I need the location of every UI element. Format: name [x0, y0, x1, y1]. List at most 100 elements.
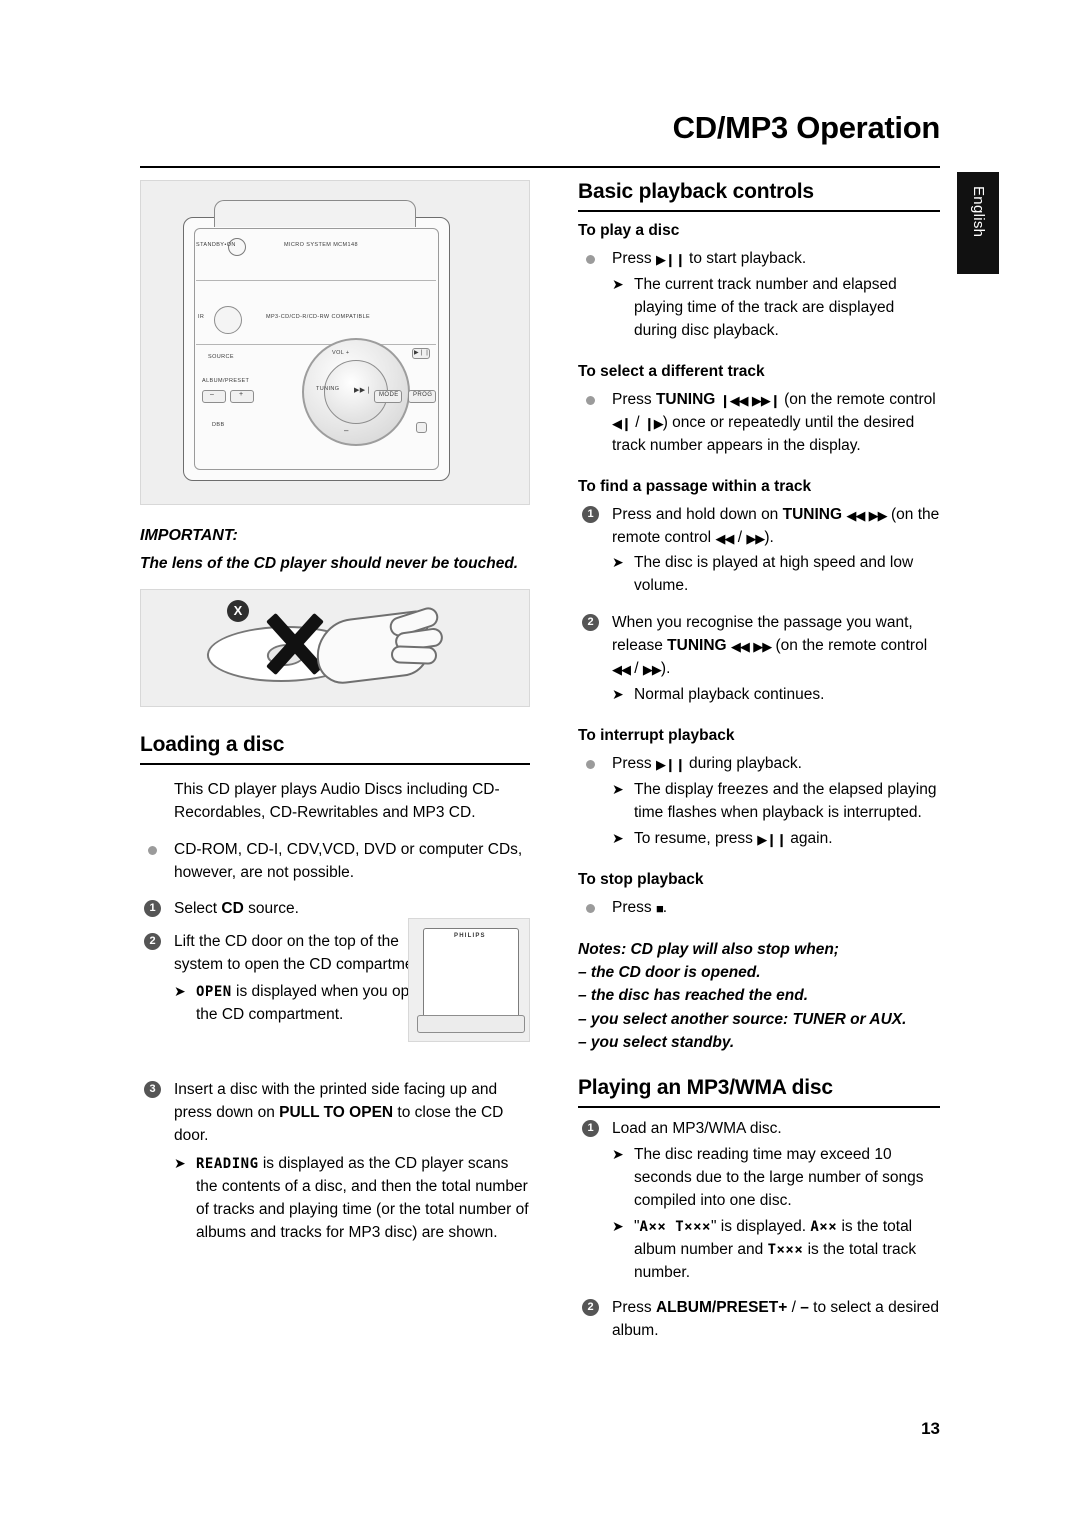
interrupt-pre: Press: [612, 755, 656, 773]
next-track-icon-2: ❙▶: [643, 415, 664, 431]
stop-post: .: [662, 898, 668, 916]
rewind-icon-1: ◀◀: [846, 507, 865, 523]
right-column: Basic playback controls To play a disc P…: [578, 180, 940, 1342]
find-step2-arrow: ➤ Normal playback continues.: [612, 684, 940, 707]
mp3-step-1: 1 Load an MP3/WMA disc. ➤ The disc readi…: [578, 1118, 940, 1285]
interrupt-arrow-2: ➤ To resume, press ▶❙❙ again.: [612, 828, 940, 851]
lens-warning-illustration: X: [140, 588, 530, 707]
find-passage-step-2: 2 When you recognise the passage you wan…: [578, 612, 940, 707]
important-text: The lens of the CD player should never b…: [140, 555, 519, 572]
bullet-icon-play: [586, 255, 595, 264]
panel-divider-2: [196, 344, 436, 345]
header-divider: [140, 166, 940, 168]
find-step2-end: ).: [660, 660, 671, 678]
standby-label: STANDBY•ON: [196, 242, 236, 248]
loading-step1-bold: CD: [221, 900, 244, 918]
mp3-step1-arrow-2: ➤ "A×× T×××" is displayed. A×× is the to…: [612, 1216, 940, 1285]
prog-label: PROG: [413, 392, 433, 398]
left-column: STANDBY•ON MICRO SYSTEM MCM148 IR MP3-CD…: [140, 180, 530, 1245]
stop-bullet-row: Press ■.: [578, 897, 940, 920]
bullet-icon-select: [586, 395, 595, 405]
mp3-mid1: " is displayed.: [710, 1217, 811, 1235]
stop-note-1: – the CD door is opened.: [578, 964, 761, 981]
step-number-m1: 1: [582, 1120, 599, 1137]
stop-pre: Press: [612, 898, 656, 916]
loading-step1-post: source.: [243, 900, 299, 918]
mp3-heading: Playing an MP3/WMA disc: [578, 1076, 833, 1099]
model-label: MICRO SYSTEM MCM148: [284, 242, 358, 248]
stop-note-4: – you select standby.: [578, 1033, 735, 1051]
source-label: SOURCE: [208, 354, 234, 360]
basic-playback-heading: Basic playback controls: [578, 180, 814, 203]
cd-door-illustration: PHILIPS: [408, 918, 530, 1042]
finger-3: [390, 644, 438, 665]
mp3-step-2: 2 Press ALBUM/PRESET+ / – to select a de…: [578, 1297, 940, 1343]
interrupt-arrow2-post: again.: [785, 829, 833, 847]
step-number-1: 1: [144, 900, 161, 918]
arrow-icon: ➤: [174, 983, 186, 1000]
loading-step3-bold: PULL TO OPEN: [279, 1104, 394, 1122]
language-tab: English: [957, 172, 999, 274]
philips-logo: PHILIPS: [454, 933, 486, 939]
arrow-icon-int1: ➤: [612, 781, 624, 797]
play-pause-icon-text: ▶❙❙: [655, 252, 686, 267]
play-bullet-post: to start playback.: [684, 250, 807, 267]
x-badge-icon: X: [227, 599, 249, 622]
bullet-icon-interrupt: [586, 760, 595, 770]
find-slash-1: /: [733, 528, 747, 546]
tuning-label: TUNING: [316, 386, 340, 392]
forward-icon-1: ▶▶: [868, 507, 888, 523]
device-body: STANDBY•ON MICRO SYSTEM MCM148 IR MP3-CD…: [183, 200, 450, 481]
loading-bullet-row: CD-ROM, CD-I, CDV,VCD, DVD or computer C…: [140, 839, 530, 885]
stop-note-3: – you select another source: TUNER or AU…: [578, 1010, 907, 1028]
language-tab-label: English: [970, 186, 987, 238]
loading-step1-pre: Select: [174, 900, 222, 918]
album-preset-bold: ALBUM/PRESET: [655, 1298, 779, 1316]
mp3-heading-rule: [578, 1106, 940, 1108]
stop-icon: ■: [655, 900, 664, 916]
album-preset-minus: –: [800, 1298, 809, 1316]
minus-knob-label: –: [344, 426, 349, 435]
bullet-icon-stop: [586, 903, 595, 913]
interrupt-bullet-row: Press ▶❙❙ during playback. ➤ The display…: [578, 753, 940, 851]
loading-step2-sub: ➤ OPEN is displayed when you open the CD…: [174, 981, 442, 1027]
ir-sensor: [214, 306, 242, 334]
select-slash: /: [630, 413, 644, 431]
loading-bullet-text: CD-ROM, CD-I, CDV,VCD, DVD or computer C…: [174, 840, 523, 881]
minus-label: –: [210, 391, 215, 398]
mp3-step2-slash: /: [787, 1298, 801, 1316]
prev-track-icon-1: ❙◀◀: [719, 392, 749, 408]
compat-label: MP3-CD/CD-R/CD-RW COMPATIBLE: [266, 314, 371, 320]
tuning-bold-3: TUNING: [667, 637, 727, 655]
play-pause-icon-2: ▶❙❙: [655, 757, 686, 773]
interrupt-arrow2-pre: To resume, press: [634, 829, 758, 847]
album-display: A××: [810, 1218, 838, 1235]
arrow-icon-mp31: ➤: [612, 1145, 624, 1162]
device-top-panel: [214, 200, 416, 227]
find-step1-end: ).: [764, 528, 774, 546]
arrow-icon-int2: ➤: [612, 829, 624, 846]
find-passage-step-1: 1 Press and hold down on TUNING ◀◀ ▶▶ (o…: [578, 504, 940, 599]
open-display-text: OPEN: [196, 984, 232, 1001]
find-step1-arrow: ➤ The disc is played at high speed and l…: [612, 552, 940, 598]
find-slash-2: /: [630, 660, 643, 678]
step-number-3: 3: [144, 1081, 161, 1099]
loading-step2-text: Lift the CD door on the top of the syste…: [174, 933, 431, 974]
next-track-icon-1: ▶▶❙: [751, 392, 781, 408]
play-pause-icon-3: ▶❙❙: [757, 831, 787, 847]
step-number-m2: 2: [582, 1298, 599, 1316]
play-arrow-text: The current track number and elapsed pla…: [634, 275, 897, 339]
select-track-heading: To select a different track: [578, 362, 765, 380]
loading-step-3: 3 Insert a disc with the printed side fa…: [140, 1079, 530, 1245]
arrow-icon-play: ➤: [612, 275, 624, 292]
rewind-icon-4: ◀◀: [612, 662, 631, 678]
important-heading: IMPORTANT:: [140, 527, 238, 544]
cd-door-body: PHILIPS: [423, 928, 519, 1018]
stop-notes-title: Notes: CD play will also stop when;: [578, 940, 839, 958]
device-illustration: STANDBY•ON MICRO SYSTEM MCM148 IR MP3-CD…: [140, 180, 530, 505]
play-bullet-pre: Press: [612, 250, 656, 267]
forward-icon-3: ▶▶: [753, 639, 772, 655]
step-number-r2: 2: [582, 614, 599, 632]
mp3-step2-pre: Press: [612, 1298, 656, 1316]
arrow-icon-2: ➤: [174, 1154, 186, 1171]
